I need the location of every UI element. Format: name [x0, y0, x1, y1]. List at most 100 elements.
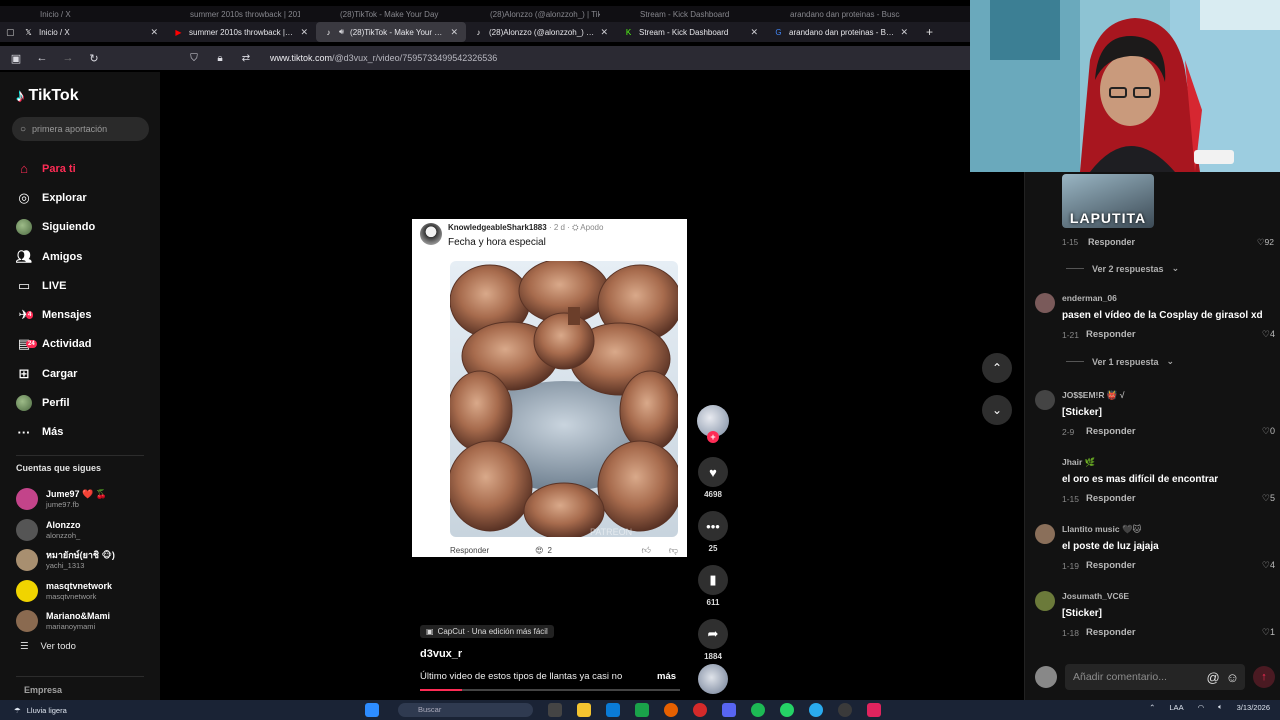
close-tab-icon[interactable]: ✕	[600, 27, 608, 38]
nav-item-siguiendo[interactable]: Siguiendo	[16, 213, 146, 242]
commenter-avatar[interactable]	[1035, 457, 1055, 477]
share-icon[interactable]: ➦	[698, 619, 728, 649]
chevron-up-icon[interactable]: ⌃	[1149, 703, 1155, 712]
speaker-icon[interactable]: 🔊︎	[339, 27, 344, 37]
reply-link[interactable]: Responder	[1086, 329, 1136, 340]
start-icon[interactable]	[365, 703, 379, 717]
commenter-avatar[interactable]	[1035, 591, 1055, 611]
nav-item-cargar[interactable]: ⊞ Cargar	[16, 359, 146, 388]
file-explorer-icon[interactable]	[577, 703, 591, 717]
commenter-name[interactable]: Jhair 🌿	[1062, 457, 1095, 468]
top-comment-likes[interactable]: ♡92	[1257, 237, 1274, 248]
previous-video-button[interactable]: ⌃	[982, 353, 1012, 383]
clock-date[interactable]: 3/13/2026	[1237, 703, 1270, 712]
app-icon[interactable]	[867, 703, 881, 717]
back-icon[interactable]: ←	[36, 52, 48, 64]
bookmark-icon[interactable]: ▮	[698, 565, 728, 595]
mention-icon[interactable]: @	[1207, 670, 1220, 685]
see-all-button[interactable]: ☰ Ver todo	[20, 641, 76, 652]
capcut-badge[interactable]: ▣ CapCut · Una edición más fácil	[420, 625, 554, 638]
whatsapp-icon[interactable]	[780, 703, 794, 717]
thumbs-down-icon[interactable]: 👎︎	[669, 545, 678, 556]
task-view-icon[interactable]	[548, 703, 562, 717]
browser-tab[interactable]: 𝕏 Inicio / X ✕	[16, 22, 166, 42]
following-account[interactable]: Jume97 ❤️ 🍒 jume97.fb	[16, 484, 156, 515]
volume-icon[interactable]: 🔈︎	[1218, 702, 1223, 712]
following-account[interactable]: หมายักษ์(ยาชิ 🐵) yachi_1313	[16, 545, 156, 576]
reload-icon[interactable]: ↻	[88, 52, 100, 65]
more-button[interactable]: más	[657, 671, 676, 682]
wifi-icon[interactable]: ◠	[1198, 703, 1205, 712]
comment-like-button[interactable]: ♡1	[1262, 627, 1275, 638]
view-replies-button[interactable]: Ver 1 respuesta ⌄	[1066, 356, 1174, 367]
close-tab-icon[interactable]: ✕	[750, 27, 758, 38]
commenter-name[interactable]: JO$$EM!R 👹 √	[1062, 390, 1124, 401]
nav-item-actividad[interactable]: ▤ 24 Actividad	[16, 330, 146, 359]
browser-tab[interactable]: ♪ (28)Alonzzo (@alonzzoh_) | Tik ✕	[466, 22, 616, 42]
sidebar-toggle-icon[interactable]: ▣	[10, 52, 22, 65]
nav-item-para-ti[interactable]: ⌂ Para ti	[16, 154, 146, 183]
video-author[interactable]: d3vux_r	[420, 648, 462, 660]
company-link[interactable]: Empresa	[24, 685, 62, 695]
following-account[interactable]: Alonzzo alonzzoh_	[16, 515, 156, 546]
reply-link[interactable]: Responder	[1086, 426, 1136, 437]
music-disc-icon[interactable]	[698, 664, 728, 694]
new-tab-icon[interactable]: +	[926, 25, 933, 39]
tab-list-icon[interactable]: ▢	[6, 27, 16, 38]
commenter-name[interactable]: enderman_06	[1062, 293, 1117, 303]
tiktok-logo[interactable]: ♪ TikTok	[16, 86, 79, 106]
shield-icon[interactable]: ⛉	[188, 53, 200, 64]
video-player[interactable]: KnowledgeableShark1883 · 2 d · ⛭ Apodo F…	[412, 219, 687, 557]
following-account[interactable]: masqtvnetwork masqtvnetwork	[16, 576, 156, 607]
emoji-icon[interactable]: ☺	[1226, 670, 1239, 685]
author-avatar[interactable]: +	[697, 405, 729, 443]
reply-link[interactable]: Responder	[1088, 237, 1135, 247]
comment-like-button[interactable]: ♡4	[1262, 329, 1275, 340]
nav-item-m-s[interactable]: ··· Más	[16, 418, 146, 447]
nav-item-perfil[interactable]: Perfil	[16, 388, 146, 417]
opera-icon[interactable]	[693, 703, 707, 717]
nav-item-live[interactable]: ▭ LIVE	[16, 271, 146, 300]
commenter-name[interactable]: Josumath_VC6E	[1062, 591, 1129, 601]
nav-item-explorar[interactable]: ◎ Explorar	[16, 183, 146, 212]
commenter-avatar[interactable]	[1035, 390, 1055, 410]
nav-item-amigos[interactable]: 👥︎ Amigos	[16, 242, 146, 271]
send-icon[interactable]: ↑	[1253, 666, 1275, 688]
heart-icon[interactable]: ♥	[698, 457, 728, 487]
commenter-avatar[interactable]	[1035, 293, 1055, 313]
taskbar-search[interactable]: Buscar	[398, 703, 533, 717]
search-input[interactable]: ○ primera aportación	[12, 117, 149, 141]
comment-like-button[interactable]: ♡4	[1262, 560, 1275, 571]
store-icon[interactable]	[635, 703, 649, 717]
close-tab-icon[interactable]: ✕	[300, 27, 308, 38]
nav-item-mensajes[interactable]: ✈ 4 Mensajes	[16, 300, 146, 329]
commenter-name[interactable]: Llantito music 🖤🐱	[1062, 524, 1141, 535]
commenter-avatar[interactable]	[1035, 524, 1055, 544]
comment-icon[interactable]: •••	[698, 511, 728, 541]
view-replies-button[interactable]: Ver 2 respuestas ⌄	[1066, 263, 1179, 274]
follow-plus-icon[interactable]: +	[707, 431, 719, 443]
reply-link[interactable]: Responder	[1086, 627, 1136, 638]
close-tab-icon[interactable]: ✕	[150, 27, 158, 38]
weather-widget[interactable]: ☂ Lluvia ligera	[14, 706, 67, 715]
reply-link[interactable]: Responder	[1086, 560, 1136, 571]
close-tab-icon[interactable]: ✕	[450, 27, 458, 38]
comment-like-button[interactable]: ♡0	[1262, 426, 1275, 437]
lock-icon[interactable]: 🔒︎	[214, 53, 226, 64]
firefox-icon[interactable]	[664, 703, 678, 717]
forward-icon[interactable]: →	[62, 52, 74, 64]
telegram-icon[interactable]	[809, 703, 823, 717]
video-reply-link[interactable]: Responder	[450, 546, 489, 555]
url-field[interactable]: www.tiktok.com/@d3vux_r/video/7595733499…	[270, 53, 497, 63]
thumbs-up-icon[interactable]: 👍︎	[641, 545, 650, 556]
browser-tab[interactable]: ♪ 🔊︎ (28)TikTok - Make Your Day ✕	[316, 22, 466, 42]
next-video-button[interactable]: ⌄	[982, 395, 1012, 425]
language-indicator[interactable]: LAA	[1169, 703, 1183, 712]
permissions-icon[interactable]: ⇄	[240, 53, 252, 64]
video-progress-bar[interactable]	[420, 689, 680, 691]
comment-like-button[interactable]: ♡5	[1262, 493, 1275, 504]
browser-tab[interactable]: ▶ summer 2010s throwback | 201 ✕	[166, 22, 316, 42]
spotify-icon[interactable]	[751, 703, 765, 717]
discord-icon[interactable]	[722, 703, 736, 717]
edge-icon[interactable]	[606, 703, 620, 717]
